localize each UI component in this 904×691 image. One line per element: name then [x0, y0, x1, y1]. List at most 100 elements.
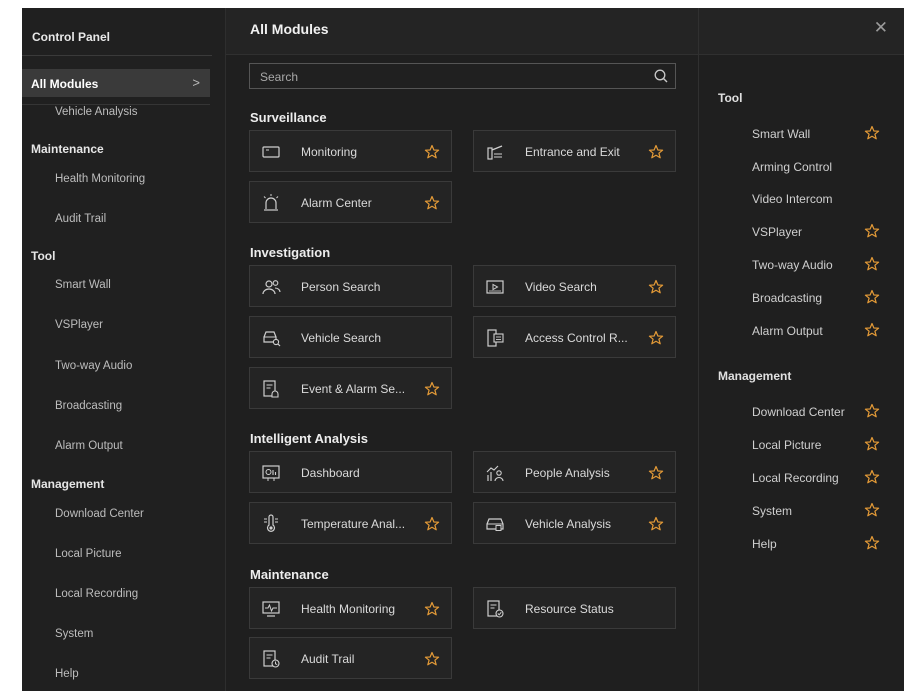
vehicle-search-icon — [263, 331, 281, 347]
sidebar-category-maintenance: Maintenance — [31, 142, 104, 156]
module-label: Temperature Anal... — [301, 517, 406, 531]
module-card-monitoring[interactable]: Monitoring — [249, 130, 452, 172]
module-label: Audit Trail — [301, 652, 355, 666]
barrier-gate-icon — [487, 145, 503, 160]
module-card-temperature-analysis[interactable]: Temperature Anal... — [249, 502, 452, 544]
star-icon[interactable] — [424, 144, 440, 160]
monitor-icon — [262, 146, 280, 158]
favorites-category-tool: Tool — [718, 91, 743, 105]
access-control-icon — [487, 329, 504, 347]
star-icon[interactable] — [864, 403, 880, 419]
search-box — [249, 63, 676, 89]
star-icon[interactable] — [864, 223, 880, 239]
star-icon[interactable] — [864, 469, 880, 485]
star-icon[interactable] — [424, 381, 440, 397]
star-icon[interactable] — [648, 516, 664, 532]
module-card-resource-status[interactable]: Resource Status — [473, 587, 676, 629]
favorite-item-two-way-audio[interactable]: Two-way Audio — [752, 258, 833, 272]
star-icon[interactable] — [864, 289, 880, 305]
section-title-investigation: Investigation — [250, 245, 331, 260]
module-label: Resource Status — [525, 602, 614, 616]
sidebar-item-download-center[interactable]: Download Center — [55, 508, 144, 520]
sidebar-item-local-picture[interactable]: Local Picture — [55, 548, 121, 560]
section-title-surveillance: Surveillance — [250, 110, 327, 125]
module-card-dashboard[interactable]: Dashboard — [249, 451, 452, 493]
module-label: Vehicle Analysis — [525, 517, 612, 531]
divider — [22, 55, 212, 56]
dashboard-icon — [262, 465, 280, 481]
star-icon[interactable] — [864, 502, 880, 518]
module-label: Event & Alarm Se... — [301, 382, 406, 396]
sidebar-item-alarm-output[interactable]: Alarm Output — [55, 440, 123, 452]
module-card-vehicle-analysis[interactable]: Vehicle Analysis — [473, 502, 676, 544]
sidebar-title: Control Panel — [32, 30, 111, 44]
video-search-icon — [486, 280, 504, 294]
star-icon[interactable] — [864, 125, 880, 141]
favorite-item-video-intercom[interactable]: Video Intercom — [752, 192, 833, 206]
module-card-audit-trail[interactable]: Audit Trail — [249, 637, 452, 679]
star-icon[interactable] — [864, 322, 880, 338]
module-label: Video Search — [525, 280, 597, 294]
event-alarm-icon — [263, 380, 279, 398]
star-icon[interactable] — [424, 601, 440, 617]
star-icon[interactable] — [864, 436, 880, 452]
star-icon[interactable] — [424, 516, 440, 532]
sidebar-item-vehicle-analysis[interactable]: Vehicle Analysis — [55, 106, 137, 118]
sidebar-item-vsplayer[interactable]: VSPlayer — [55, 319, 103, 331]
module-card-entrance-and-exit[interactable]: Entrance and Exit — [473, 130, 676, 172]
vehicle-analysis-icon — [486, 518, 504, 531]
favorite-item-vsplayer[interactable]: VSPlayer — [752, 225, 802, 239]
module-label: People Analysis — [525, 466, 610, 480]
favorite-item-smart-wall[interactable]: Smart Wall — [752, 127, 810, 141]
favorite-item-system[interactable]: System — [752, 504, 792, 518]
module-card-access-control[interactable]: Access Control R... — [473, 316, 676, 358]
star-icon[interactable] — [648, 144, 664, 160]
module-card-vehicle-search[interactable]: Vehicle Search — [249, 316, 452, 358]
sidebar-item-all-modules[interactable]: All Modules > — [22, 69, 210, 97]
star-icon[interactable] — [424, 195, 440, 211]
sidebar-item-health-monitoring[interactable]: Health Monitoring — [55, 173, 145, 185]
module-card-health-monitoring[interactable]: Health Monitoring — [249, 587, 452, 629]
divider — [698, 8, 699, 691]
module-card-people-analysis[interactable]: People Analysis — [473, 451, 676, 493]
search-input[interactable] — [258, 68, 642, 86]
module-card-video-search[interactable]: Video Search — [473, 265, 676, 307]
modules-header: All Modules ✕ — [226, 8, 904, 55]
sidebar-item-audit-trail[interactable]: Audit Trail — [55, 213, 106, 225]
module-label: Vehicle Search — [301, 331, 382, 345]
module-label: Dashboard — [301, 466, 360, 480]
sidebar-item-broadcasting[interactable]: Broadcasting — [55, 400, 122, 412]
favorite-item-local-recording[interactable]: Local Recording — [752, 471, 839, 485]
section-title-maintenance: Maintenance — [250, 567, 329, 582]
resource-status-icon — [487, 600, 504, 618]
control-panel-window: Control Panel All Modules > Vehicle Anal… — [22, 8, 904, 691]
temperature-icon — [264, 514, 278, 532]
star-icon[interactable] — [648, 330, 664, 346]
star-icon[interactable] — [648, 279, 664, 295]
star-icon[interactable] — [864, 535, 880, 551]
sidebar-item-two-way-audio[interactable]: Two-way Audio — [55, 360, 132, 372]
module-card-person-search[interactable]: Person Search — [249, 265, 452, 307]
close-icon[interactable]: ✕ — [874, 19, 888, 36]
sidebar-item-local-recording[interactable]: Local Recording — [55, 588, 138, 600]
page-title: All Modules — [250, 21, 329, 37]
alarm-icon — [263, 194, 279, 211]
star-icon[interactable] — [864, 256, 880, 272]
favorite-item-download-center[interactable]: Download Center — [752, 405, 845, 419]
star-icon[interactable] — [648, 465, 664, 481]
sidebar-item-system[interactable]: System — [55, 628, 93, 640]
module-card-event-alarm-search[interactable]: Event & Alarm Se... — [249, 367, 452, 409]
person-search-icon — [262, 280, 281, 295]
favorite-item-local-picture[interactable]: Local Picture — [752, 438, 821, 452]
module-label: Person Search — [301, 280, 381, 294]
star-icon[interactable] — [424, 651, 440, 667]
search-icon[interactable] — [653, 68, 669, 84]
sidebar-item-help[interactable]: Help — [55, 668, 79, 680]
audit-trail-icon — [263, 650, 280, 668]
sidebar-item-smart-wall[interactable]: Smart Wall — [55, 279, 111, 291]
favorite-item-arming-control[interactable]: Arming Control — [752, 160, 832, 174]
favorite-item-help[interactable]: Help — [752, 537, 777, 551]
module-card-alarm-center[interactable]: Alarm Center — [249, 181, 452, 223]
favorite-item-broadcasting[interactable]: Broadcasting — [752, 291, 822, 305]
favorite-item-alarm-output[interactable]: Alarm Output — [752, 324, 823, 338]
